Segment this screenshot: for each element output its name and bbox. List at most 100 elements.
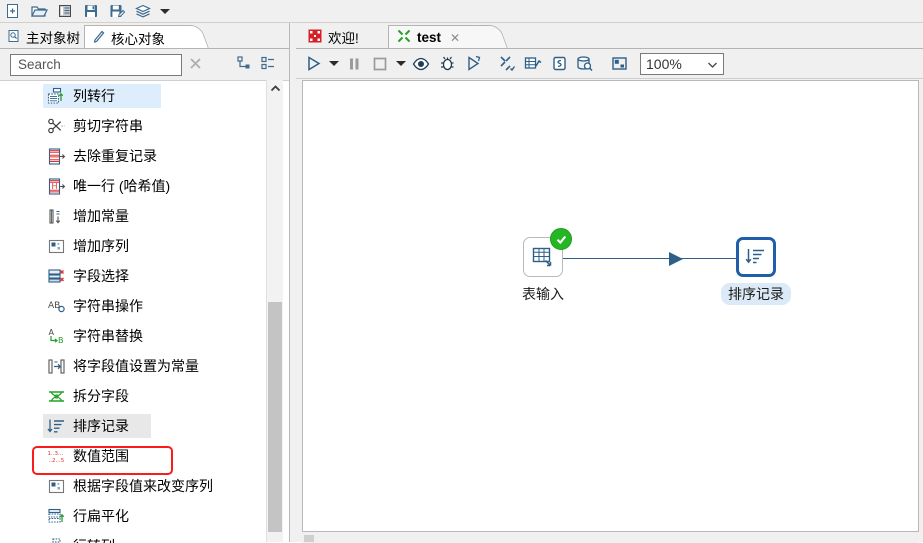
kettle-spoon-window: 主对象树 核心对象 Search 列转行 剪切字符串 去除重复记录 H 唯一行 … [0,0,923,543]
transformation-icon [397,29,411,46]
expand-all-button[interactable] [232,53,256,77]
debug-button[interactable] [434,51,460,77]
search-row [0,49,289,81]
select-values-icon [45,265,67,287]
tree-item-label: 行扁平化 [73,508,129,524]
denormalise-icon [45,85,67,107]
screenshot-button[interactable] [606,51,632,77]
tree-item-select-values[interactable]: 字段选择 [0,261,265,291]
new-file-button[interactable] [0,1,26,22]
toolbar-dropdown-caret[interactable] [156,1,174,22]
add-constants-icon [45,205,67,227]
collapse-tree-icon [260,55,276,74]
open-file-button[interactable] [26,1,52,22]
svg-text:1..3...: 1..3... [47,451,63,457]
tree-item-label: 增加常量 [73,208,129,224]
tree-item-sort-rows[interactable]: 排序记录 [0,411,265,441]
tab-label: test [417,30,442,45]
close-tab-button[interactable]: ✕ [450,31,460,45]
h-scroll-thumb[interactable] [304,535,314,542]
tab-main-object-tree[interactable]: 主对象树 [0,25,88,49]
run-options-dropdown[interactable] [326,51,341,77]
sql-button[interactable] [546,51,572,77]
tree-item-label: 根据字段值来改变序列 [73,478,213,494]
tree-item-set-field-constant[interactable]: 将字段值设置为常量 [0,351,265,381]
tree-item-label: 增加序列 [73,238,129,254]
tree-item-label: 字符串操作 [73,298,143,314]
transformation-toolbar: 100% [296,49,923,79]
canvas-node-sort-rows[interactable]: 排序记录 [721,237,791,305]
value-mapper-range-icon: 1..3... ..2...5 [45,445,67,467]
run-button[interactable] [300,51,326,77]
tree-item-row-denormaliser[interactable]: 行转列 [0,531,265,543]
tree-item-denormalise[interactable]: 列转行 [0,81,265,111]
tree-item-add-constants[interactable]: 增加常量 [0,201,265,231]
tree-item-label: 数值范围 [73,448,129,464]
tree-item-label: 列转行 [73,88,115,104]
check-ok-icon [550,228,572,250]
stop-options-dropdown[interactable] [393,51,408,77]
main-toolbar [0,0,923,23]
align-steps-button[interactable] [494,51,520,77]
search-box[interactable] [10,53,182,76]
core-objects-tree[interactable]: 列转行剪切字符串去除重复记录 H 唯一行 (哈希值) 增加常量增加序列字段选择 AB 字符… [0,80,289,543]
node-label: 表输入 [522,286,564,302]
collapse-all-button[interactable] [256,53,280,77]
replay-button[interactable] [460,51,486,77]
tab-welcome[interactable]: 欢迎! [300,25,369,49]
document-tree-icon [7,29,21,46]
left-panel: 主对象树 核心对象 Search 列转行 剪切字符串 去除重复记录 H 唯一行 … [0,23,289,543]
tree-item-add-sequence[interactable]: 增加序列 [0,231,265,261]
tree-item-unique-rows-hash[interactable]: H 唯一行 (哈希值) [0,171,265,201]
tree-item-string-operations[interactable]: AB 字符串操作 [0,291,265,321]
search-input[interactable] [16,56,176,73]
tab-test[interactable]: test ✕ [388,25,491,49]
canvas-node-table-input[interactable]: 表输入 [515,228,572,305]
svg-text:H: H [51,182,57,191]
tab-core-objects[interactable]: 核心对象 [84,25,191,49]
layers-button[interactable] [130,1,156,22]
explore-db-button[interactable] [572,51,598,77]
svg-text:B: B [58,336,64,345]
node-label: 排序记录 [721,283,791,305]
tab-label: 主对象树 [26,31,80,46]
save-as-button[interactable] [104,1,130,22]
chevron-down-icon [707,56,718,72]
tree-item-value-mapper-range[interactable]: 1..3... ..2...5 数值范围 [0,441,265,471]
tree-item-split-fields[interactable]: 拆分字段 [0,381,265,411]
pause-button[interactable] [341,51,367,77]
transformation-canvas[interactable]: 表输入 排序记录 [302,80,919,532]
change-sequence-icon [45,475,67,497]
scroll-up-button[interactable] [267,80,283,96]
zoom-level-value: 100% [646,55,682,72]
zoom-level-combo[interactable]: 100% [640,52,724,75]
chevron-down-icon [160,8,170,14]
preview-button[interactable] [408,51,434,77]
clear-x-icon [188,56,203,74]
tree-item-label: 剪切字符串 [73,118,143,134]
results-button[interactable] [520,51,546,77]
tree-item-cut-string[interactable]: 剪切字符串 [0,111,265,141]
tree-item-flatten-rows[interactable]: 行扁平化 [0,501,265,531]
tree-item-label: 字符串替换 [73,328,143,344]
stop-button[interactable] [367,51,393,77]
split-fields-icon [45,385,67,407]
explore-panel-button[interactable] [52,1,78,22]
pencil-icon [92,29,106,46]
right-panel: 欢迎! test ✕ 100% 表输入 排序记录 [296,23,923,543]
tree-item-unique-rows[interactable]: 去除重复记录 [0,141,265,171]
save-button[interactable] [78,1,104,22]
tree-vertical-scrollbar[interactable] [266,80,283,542]
left-tabstrip: 主对象树 核心对象 [0,23,289,49]
tree-item-label: 字段选择 [73,268,129,284]
scroll-thumb[interactable] [268,302,282,532]
cut-string-icon [45,115,67,137]
tab-label: 核心对象 [111,31,165,47]
expand-tree-icon [236,55,252,74]
unique-rows-hash-icon: H [45,175,67,197]
set-field-constant-icon [45,355,67,377]
sort-rows-icon [45,415,67,437]
tree-item-change-sequence[interactable]: 根据字段值来改变序列 [0,471,265,501]
clear-search-button[interactable] [182,52,208,78]
tree-item-replace-in-string[interactable]: A B 字符串替换 [0,321,265,351]
